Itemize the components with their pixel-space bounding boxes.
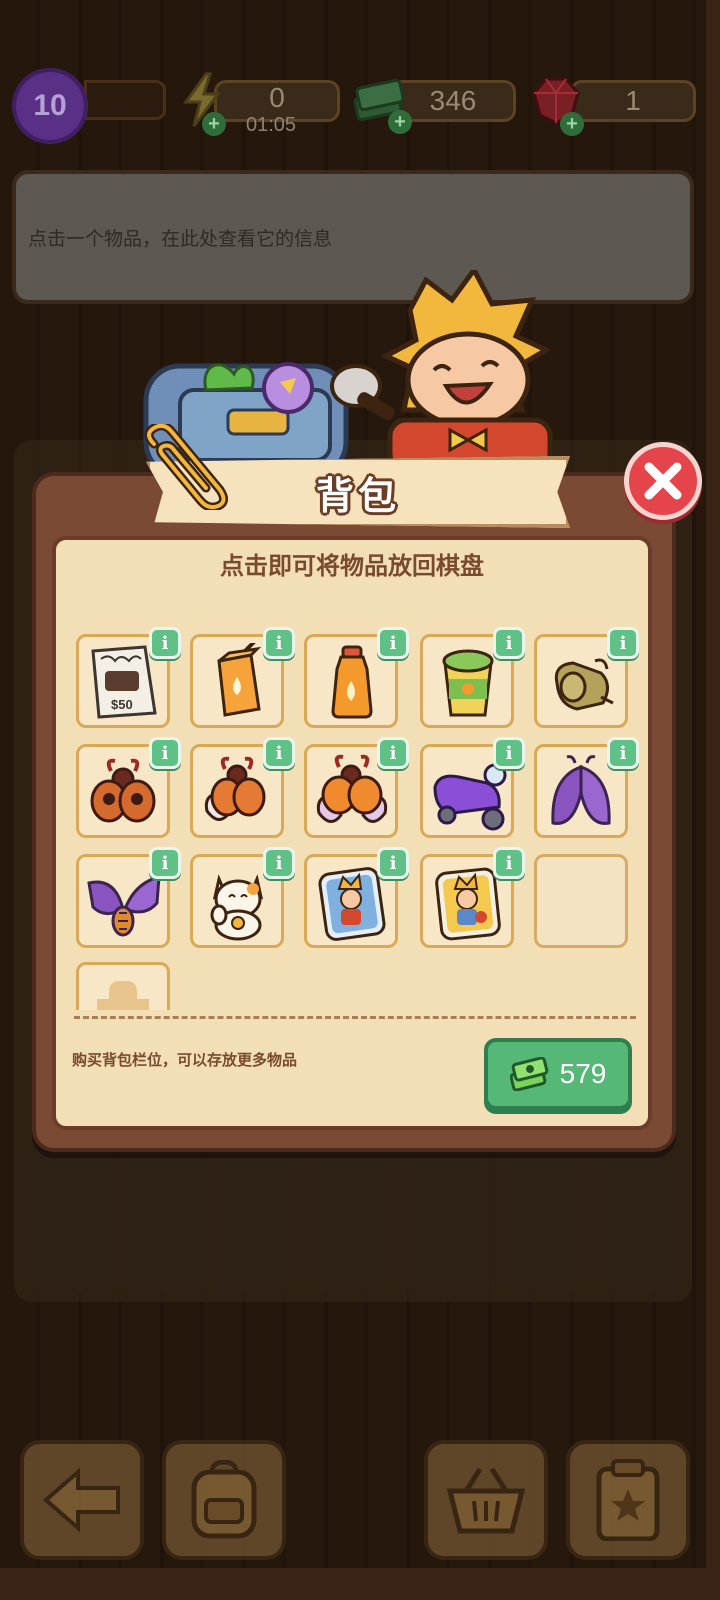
item-info-badge[interactable]: i — [263, 737, 295, 769]
level-progress-bar — [84, 80, 166, 120]
item-info-badge[interactable]: i — [149, 627, 181, 659]
backpack-slot-purple-scooter[interactable]: i — [420, 737, 525, 838]
item-info-badge[interactable]: i — [493, 847, 525, 879]
cash-stack-icon — [509, 1057, 548, 1091]
backpack-slot-beetle-small[interactable]: i — [76, 737, 181, 838]
backpack-button[interactable] — [162, 1440, 286, 1560]
padlock-icon — [97, 981, 149, 1010]
backpack-slot-character-sticker-yellow[interactable]: i — [420, 847, 525, 948]
top-resource-bar: 10 0 + 01:05 346 + 1 + — [0, 64, 706, 144]
add-cash-icon[interactable]: + — [388, 110, 412, 134]
item-info-badge[interactable]: i — [377, 627, 409, 659]
back-arrow-icon — [42, 1468, 120, 1532]
backpack-slot-purple-moth[interactable]: i — [534, 737, 639, 838]
item-info-badge[interactable]: i — [493, 737, 525, 769]
backpack-slot-character-sticker-blue[interactable]: i — [304, 847, 409, 948]
buy-slot-description: 购买背包栏位，可以存放更多物品 — [72, 1051, 298, 1069]
close-icon — [644, 462, 682, 500]
cash-value: 346 — [429, 85, 477, 116]
item-info-text: 点击一个物品，在此处查看它的信息 — [28, 228, 333, 250]
tasks-button[interactable] — [566, 1440, 690, 1560]
item-info-badge[interactable]: i — [149, 847, 181, 879]
backpack-icon — [191, 1460, 257, 1539]
item-info-badge[interactable]: i — [149, 737, 181, 769]
item-info-badge[interactable]: i — [263, 847, 295, 879]
backpack-slot-canned-food[interactable]: i — [420, 627, 525, 728]
backpack-slot-juice-bottle[interactable]: i — [304, 627, 409, 728]
basket-icon — [446, 1467, 526, 1534]
gem-counter[interactable]: 1 — [570, 80, 696, 122]
divider — [74, 1016, 636, 1019]
backpack-slot-cash-ticket[interactable]: $50 i — [76, 627, 181, 728]
dialog-hint-text: 点击即可将物品放回棋盘 — [220, 552, 484, 580]
backpack-slot-beetle-wings[interactable]: i — [190, 737, 295, 838]
energy-timer: 01:05 — [246, 114, 297, 136]
buy-slot-price: 579 — [559, 1058, 607, 1089]
locked-backpack-slot[interactable] — [76, 962, 170, 1010]
item-info-badge[interactable]: i — [607, 627, 639, 659]
level-value: 10 — [33, 89, 67, 122]
add-energy-icon[interactable]: + — [202, 112, 226, 136]
level-badge[interactable]: 10 — [12, 68, 88, 144]
backpack-slot-empty[interactable] — [534, 854, 628, 948]
item-info-badge[interactable]: i — [263, 627, 295, 659]
buy-slot-button[interactable]: 579 — [484, 1038, 632, 1110]
backpack-slot-purple-butterfly[interactable]: i — [76, 847, 181, 948]
close-button[interactable] — [624, 442, 702, 520]
backpack-slot-juice-box[interactable]: i — [190, 627, 295, 728]
energy-value: 0 — [269, 82, 285, 113]
svg-text:$50: $50 — [111, 697, 133, 712]
item-info-badge[interactable]: i — [493, 627, 525, 659]
item-info-badge[interactable]: i — [377, 847, 409, 879]
back-button[interactable] — [20, 1440, 144, 1560]
clipboard-icon — [596, 1459, 660, 1541]
dialog-title: 背包 — [315, 473, 400, 518]
shop-basket-button[interactable] — [424, 1440, 548, 1560]
paperclip-icon — [144, 424, 228, 510]
gem-value: 1 — [625, 85, 641, 116]
add-gem-icon[interactable]: + — [560, 112, 584, 136]
backpack-slot-lucky-cat[interactable]: i — [190, 847, 295, 948]
backpack-slot-beetle-large[interactable]: i — [304, 737, 409, 838]
item-info-badge[interactable]: i — [377, 737, 409, 769]
item-info-badge[interactable]: i — [607, 737, 639, 769]
backpack-slot-rolled-cloth[interactable]: i — [534, 627, 639, 728]
